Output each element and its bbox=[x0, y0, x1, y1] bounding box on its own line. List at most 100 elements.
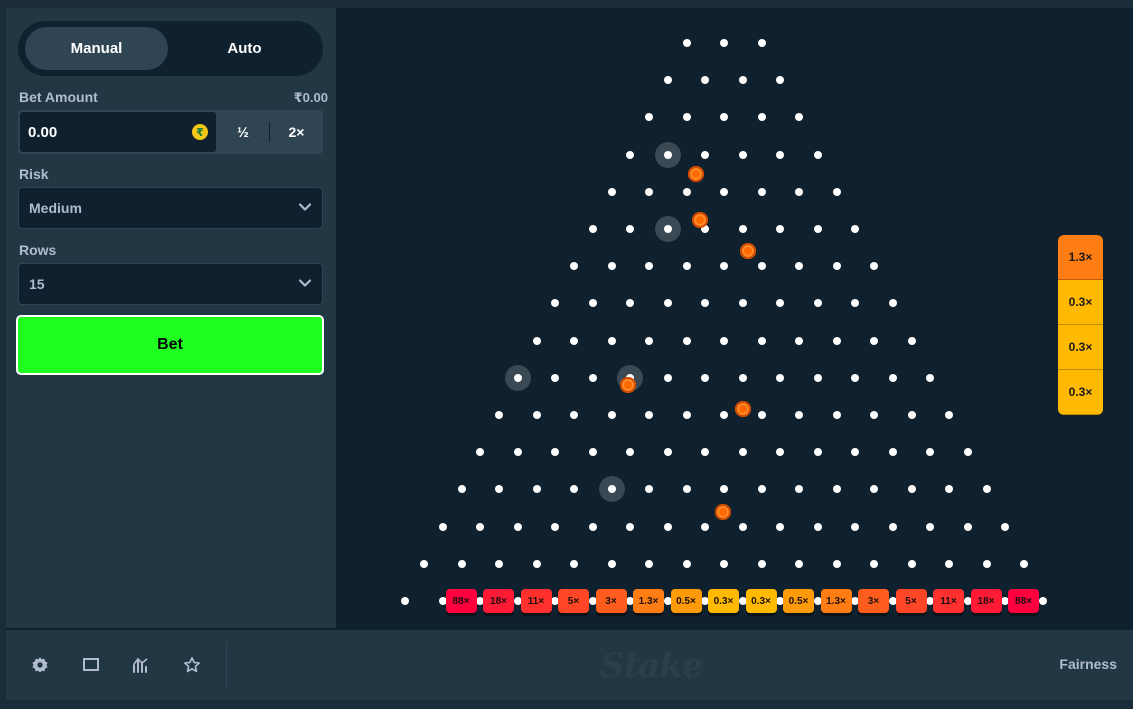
peg bbox=[832, 187, 841, 196]
tab-auto[interactable]: Auto bbox=[173, 27, 316, 70]
peg bbox=[738, 299, 747, 308]
peg bbox=[795, 187, 803, 196]
peg bbox=[757, 411, 766, 419]
tab-manual[interactable]: Manual bbox=[25, 27, 168, 70]
peg bbox=[645, 336, 653, 345]
peg bbox=[888, 448, 897, 457]
peg bbox=[757, 559, 766, 568]
risk-select[interactable]: Medium bbox=[18, 187, 323, 229]
fairness-link[interactable]: Fairness bbox=[1059, 656, 1117, 672]
peg bbox=[588, 448, 597, 457]
peg bbox=[795, 559, 803, 568]
bet-amount-input[interactable] bbox=[28, 112, 178, 152]
risk-value: Medium bbox=[29, 200, 82, 216]
rows-value: 15 bbox=[29, 276, 45, 292]
peg bbox=[945, 559, 953, 568]
peg bbox=[476, 448, 485, 457]
peg bbox=[570, 411, 578, 419]
peg bbox=[682, 262, 691, 271]
peg bbox=[832, 559, 841, 568]
peg bbox=[851, 373, 860, 382]
favourite-star-icon[interactable] bbox=[179, 652, 205, 678]
footer-divider bbox=[226, 642, 227, 688]
multiplier-bucket: 0.5× bbox=[670, 589, 702, 613]
peg bbox=[1001, 522, 1010, 531]
multiplier-bucket: 18× bbox=[483, 589, 514, 613]
peg bbox=[663, 522, 672, 531]
peg bbox=[757, 485, 766, 494]
settings-icon[interactable] bbox=[27, 652, 53, 678]
peg bbox=[926, 448, 935, 457]
peg bbox=[532, 559, 541, 568]
peg bbox=[607, 485, 616, 494]
peg bbox=[963, 522, 972, 531]
peg bbox=[907, 411, 916, 419]
plinko-ball bbox=[620, 377, 636, 393]
peg bbox=[776, 150, 785, 159]
result-history: 1.3× 0.3× 0.3× 0.3× bbox=[1058, 235, 1103, 415]
peg bbox=[907, 559, 916, 568]
bet-amount-label: Bet Amount bbox=[19, 89, 98, 105]
plinko-ball bbox=[688, 166, 704, 182]
multiplier-bucket: 11× bbox=[933, 589, 964, 613]
peg bbox=[420, 559, 428, 568]
peg bbox=[738, 225, 747, 233]
peg bbox=[551, 299, 560, 308]
theatre-mode-icon[interactable] bbox=[78, 652, 104, 678]
bet-button[interactable]: Bet bbox=[16, 315, 324, 375]
peg bbox=[851, 299, 860, 308]
peg bbox=[738, 373, 747, 382]
half-bet-button[interactable]: ½ bbox=[218, 110, 268, 154]
peg bbox=[832, 262, 841, 271]
peg bbox=[813, 225, 822, 233]
multiplier-bucket: 0.5× bbox=[783, 589, 814, 613]
peg bbox=[795, 336, 803, 345]
history-item: 0.3× bbox=[1058, 280, 1103, 325]
peg bbox=[776, 373, 785, 382]
chevron-down-icon bbox=[298, 203, 312, 211]
peg bbox=[870, 485, 878, 494]
peg bbox=[795, 411, 803, 419]
rows-label: Rows bbox=[19, 242, 57, 258]
peg bbox=[738, 448, 747, 457]
bet-sidebar: Manual Auto Bet Amount ₹0.00 ₹ ½ 2× Risk… bbox=[6, 8, 336, 628]
peg bbox=[588, 225, 597, 233]
peg bbox=[776, 76, 785, 85]
history-item: 1.3× bbox=[1058, 235, 1103, 280]
peg bbox=[963, 448, 972, 457]
peg bbox=[870, 336, 878, 345]
peg bbox=[570, 485, 578, 494]
plinko-board: 88× 18× 11× 5× 3× 1.3× 0.5× 0.3× 0.3× 0.5× 1.3× 3× 5… bbox=[336, 8, 1133, 628]
peg bbox=[570, 559, 578, 568]
peg bbox=[532, 485, 541, 494]
peg bbox=[551, 373, 560, 382]
peg bbox=[645, 113, 653, 122]
peg bbox=[832, 485, 841, 494]
peg bbox=[870, 559, 878, 568]
peg bbox=[701, 373, 710, 382]
multiplier-bucket: 1.3× bbox=[820, 589, 852, 613]
peg bbox=[682, 113, 691, 122]
peg bbox=[607, 559, 616, 568]
peg bbox=[907, 336, 916, 345]
peg bbox=[776, 522, 785, 531]
peg bbox=[945, 485, 953, 494]
multiplier-bucket: 1.3× bbox=[633, 589, 664, 613]
double-bet-button[interactable]: 2× bbox=[270, 110, 323, 154]
balance-display: ₹0.00 bbox=[293, 90, 328, 105]
peg bbox=[813, 373, 822, 382]
peg bbox=[776, 299, 785, 308]
peg bbox=[1020, 559, 1028, 568]
peg bbox=[813, 299, 822, 308]
rows-select[interactable]: 15 bbox=[18, 263, 323, 305]
peg bbox=[888, 373, 897, 382]
peg bbox=[982, 485, 991, 494]
plinko-ball bbox=[735, 401, 751, 417]
peg bbox=[663, 225, 672, 233]
peg bbox=[870, 411, 878, 419]
stats-icon[interactable] bbox=[128, 652, 154, 678]
peg bbox=[720, 485, 728, 494]
peg bbox=[457, 559, 466, 568]
peg bbox=[682, 336, 691, 345]
bet-amount-row: ₹ ½ 2× bbox=[18, 110, 323, 154]
